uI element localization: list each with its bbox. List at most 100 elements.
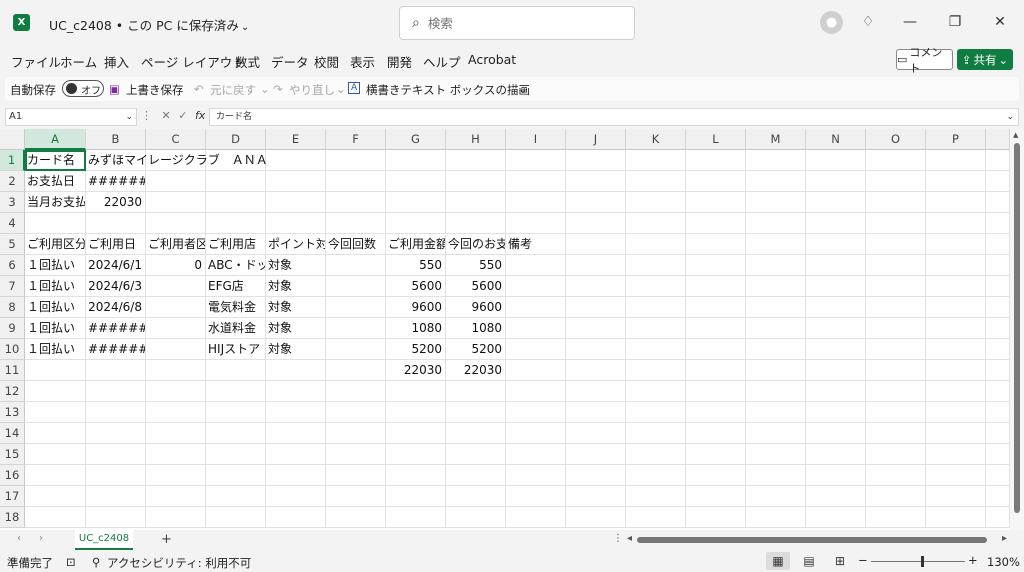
- zoom-out-button[interactable]: −: [858, 553, 868, 567]
- cell-a17[interactable]: [25, 486, 86, 507]
- cell-b2[interactable]: #######: [86, 171, 146, 192]
- cell-j13[interactable]: [566, 402, 626, 423]
- column-header-l[interactable]: L: [686, 129, 746, 150]
- cell-g1[interactable]: [386, 150, 446, 171]
- column-header-k[interactable]: K: [626, 129, 686, 150]
- cell-l18[interactable]: [686, 507, 746, 528]
- cell-k4[interactable]: [626, 213, 686, 234]
- cell-l7[interactable]: [686, 276, 746, 297]
- column-header-o[interactable]: O: [866, 129, 926, 150]
- cell-i13[interactable]: [506, 402, 566, 423]
- textbox-icon[interactable]: A: [348, 82, 361, 94]
- tab-developer[interactable]: 開発: [387, 52, 412, 71]
- column-header-b[interactable]: B: [86, 129, 146, 150]
- row-header-8[interactable]: 8: [0, 297, 25, 318]
- cell-i1[interactable]: [506, 150, 566, 171]
- search-box[interactable]: ⌕: [399, 6, 635, 40]
- cell-n12[interactable]: [806, 381, 866, 402]
- cell-j2[interactable]: [566, 171, 626, 192]
- cell-o18[interactable]: [866, 507, 926, 528]
- tab-acrobat[interactable]: Acrobat: [468, 52, 516, 67]
- chevron-down-icon[interactable]: ⌄: [260, 82, 270, 96]
- cell-m11[interactable]: [746, 360, 806, 381]
- document-title[interactable]: UC_c2408 • この PC に保存済み ⌄: [49, 15, 249, 34]
- cell-e13[interactable]: [266, 402, 326, 423]
- cell-n18[interactable]: [806, 507, 866, 528]
- cell-p15[interactable]: [926, 444, 986, 465]
- column-header-f[interactable]: F: [326, 129, 386, 150]
- cell-m7[interactable]: [746, 276, 806, 297]
- cell-c11[interactable]: [146, 360, 206, 381]
- cell-i8[interactable]: [506, 297, 566, 318]
- macro-recording-icon[interactable]: ⊡: [66, 555, 76, 569]
- chevron-down-icon[interactable]: ⌄: [336, 82, 346, 96]
- cell-d6[interactable]: ABC・ドッ: [206, 255, 266, 276]
- zoom-level[interactable]: 130%: [987, 555, 1020, 569]
- cell-b13[interactable]: [86, 402, 146, 423]
- cell-n6[interactable]: [806, 255, 866, 276]
- cell-f7[interactable]: [326, 276, 386, 297]
- cell-a11[interactable]: [25, 360, 86, 381]
- cell-d9[interactable]: 水道料金: [206, 318, 266, 339]
- cell-l10[interactable]: [686, 339, 746, 360]
- cell-p13[interactable]: [926, 402, 986, 423]
- cell-e15[interactable]: [266, 444, 326, 465]
- cell-n1[interactable]: [806, 150, 866, 171]
- cell-a14[interactable]: [25, 423, 86, 444]
- cell-c14[interactable]: [146, 423, 206, 444]
- cell-p4[interactable]: [926, 213, 986, 234]
- cell-m6[interactable]: [746, 255, 806, 276]
- cell-o14[interactable]: [866, 423, 926, 444]
- cell-b18[interactable]: [86, 507, 146, 528]
- cell-f4[interactable]: [326, 213, 386, 234]
- cell-j3[interactable]: [566, 192, 626, 213]
- cell-h10[interactable]: 5200: [446, 339, 506, 360]
- cell-l1[interactable]: [686, 150, 746, 171]
- cell-p6[interactable]: [926, 255, 986, 276]
- cell-i12[interactable]: [506, 381, 566, 402]
- row-header-9[interactable]: 9: [0, 318, 25, 339]
- cell-m16[interactable]: [746, 465, 806, 486]
- cell-p5[interactable]: [986, 234, 1010, 255]
- cell-h14[interactable]: [446, 423, 506, 444]
- cell-f9[interactable]: [326, 318, 386, 339]
- cell-i5[interactable]: 備考: [506, 234, 566, 255]
- cell-j9[interactable]: [566, 318, 626, 339]
- cell-l3[interactable]: [686, 192, 746, 213]
- scroll-left-icon[interactable]: ◂: [627, 533, 632, 544]
- cell-b14[interactable]: [86, 423, 146, 444]
- cell-m10[interactable]: [746, 339, 806, 360]
- cell-g6[interactable]: 550: [386, 255, 446, 276]
- cell-a9[interactable]: １回払い: [25, 318, 86, 339]
- cell-b6[interactable]: 2024/6/1: [86, 255, 146, 276]
- cell-p11[interactable]: [986, 360, 1010, 381]
- column-header-a[interactable]: A: [25, 129, 86, 150]
- cell-p9[interactable]: [926, 318, 986, 339]
- cell-e17[interactable]: [266, 486, 326, 507]
- cell-a2[interactable]: お支払日: [25, 171, 86, 192]
- vertical-scrollbar[interactable]: ▲: [1010, 129, 1024, 530]
- cell-b7[interactable]: 2024/6/3: [86, 276, 146, 297]
- more-icon[interactable]: ⋮: [141, 109, 152, 122]
- cell-g4[interactable]: [386, 213, 446, 234]
- cell-b9[interactable]: #######: [86, 318, 146, 339]
- cell-b16[interactable]: [86, 465, 146, 486]
- cell-c8[interactable]: [146, 297, 206, 318]
- cell-n2[interactable]: [806, 171, 866, 192]
- cell-l9[interactable]: [686, 318, 746, 339]
- cell-p14[interactable]: [986, 423, 1010, 444]
- cell-o3[interactable]: [866, 192, 926, 213]
- zoom-in-button[interactable]: +: [968, 553, 978, 567]
- cell-h6[interactable]: 550: [446, 255, 506, 276]
- cell-n14[interactable]: [806, 423, 866, 444]
- cell-n4[interactable]: [806, 213, 866, 234]
- row-header-13[interactable]: 13: [0, 402, 25, 423]
- cell-p1[interactable]: [926, 150, 986, 171]
- cell-p8[interactable]: [926, 297, 986, 318]
- cell-d15[interactable]: [206, 444, 266, 465]
- cell-f12[interactable]: [326, 381, 386, 402]
- cell-g5[interactable]: ご利用金額: [386, 234, 446, 255]
- textbox-button[interactable]: 横書きテキスト ボックスの描画: [366, 82, 530, 98]
- cell-e1[interactable]: [266, 150, 326, 171]
- cell-b3[interactable]: 22030: [86, 192, 146, 213]
